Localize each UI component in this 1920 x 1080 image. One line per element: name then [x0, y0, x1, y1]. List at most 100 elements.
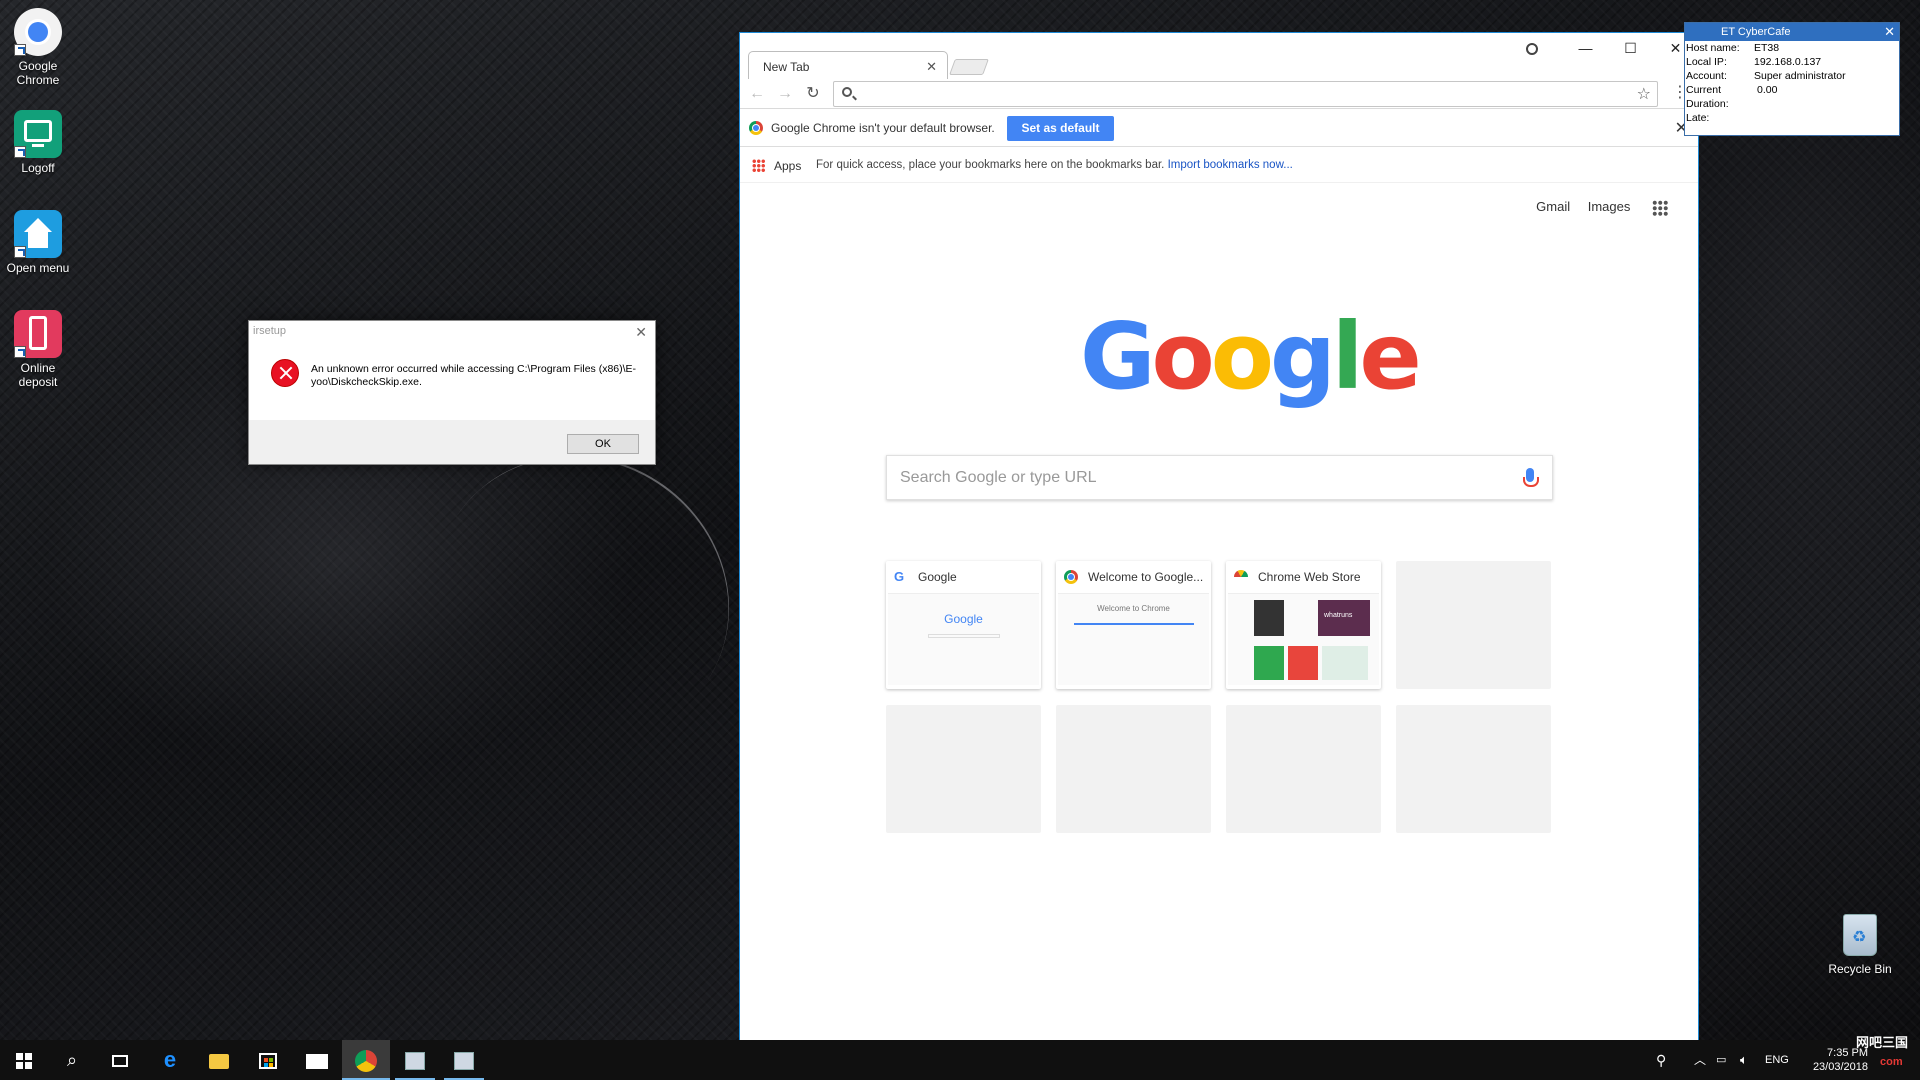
chrome-icon	[14, 8, 62, 56]
new-tab-button[interactable]	[949, 59, 989, 75]
tile-title: Google	[918, 570, 957, 584]
volume-icon[interactable]: 🔈︎	[1740, 1040, 1748, 1080]
google-logo: Google	[1080, 307, 1422, 407]
tab-close-icon[interactable]: ✕	[926, 59, 937, 75]
desktop-icon-logoff[interactable]: Logoff	[0, 110, 76, 175]
desktop-icon-label: Logoff	[21, 161, 55, 175]
set-default-button[interactable]: Set as default	[1007, 116, 1114, 141]
clock-date: 23/03/2018	[1812, 1061, 1868, 1073]
irsetup-taskbar-button[interactable]	[391, 1040, 439, 1080]
logoff-icon	[14, 110, 62, 158]
info-row: Late:	[1686, 111, 1850, 125]
info-value: Super administrator	[1754, 70, 1846, 82]
desktop-icon-label: Google Chrome	[16, 59, 60, 87]
tab-new-tab[interactable]: New Tab ✕	[748, 51, 948, 79]
back-icon[interactable]: ←	[746, 84, 768, 104]
apps-link[interactable]: Apps	[774, 159, 801, 173]
bookmark-star-icon[interactable]: ☆	[1637, 84, 1651, 104]
info-row: Current 0.00	[1686, 83, 1850, 97]
language-indicator[interactable]: ENG	[1765, 1040, 1789, 1080]
close-icon[interactable]: ✕	[1884, 24, 1895, 40]
info-key: Duration:	[1686, 98, 1729, 110]
tile-welcome[interactable]: Welcome to Google... Welcome to Chrome	[1056, 561, 1211, 689]
info-key: Account:	[1686, 70, 1727, 82]
search-icon	[842, 87, 852, 97]
search-box[interactable]	[886, 455, 1553, 500]
bookmarks-hint: For quick access, place your bookmarks h…	[816, 159, 1293, 171]
tab-title: New Tab	[763, 60, 810, 74]
installer-icon	[405, 1052, 425, 1071]
info-value	[1754, 111, 1850, 125]
chrome-window: New Tab ✕ — ☐ ✕ ← → ↻ ☆ ⋮ Google Chrome …	[739, 32, 1699, 1041]
info-row: Duration:	[1686, 97, 1850, 111]
people-icon[interactable]: ⚲	[1656, 1040, 1666, 1080]
dialog-body: An unknown error occurred while accessin…	[249, 343, 655, 416]
task-view-button[interactable]	[96, 1040, 144, 1080]
app-taskbar-button[interactable]	[440, 1040, 488, 1080]
import-bookmarks-link[interactable]: Import bookmarks now...	[1168, 159, 1293, 171]
store-button[interactable]	[244, 1040, 292, 1080]
search-input[interactable]	[887, 456, 1447, 499]
logo-letter: o	[1210, 303, 1274, 410]
images-link[interactable]: Images	[1588, 199, 1631, 214]
logo-letter: g	[1269, 303, 1336, 410]
address-bar[interactable]: ☆	[833, 81, 1658, 107]
tile-empty	[1396, 705, 1551, 833]
desktop-icon-label: Recycle Bin	[1828, 962, 1892, 976]
chevron-up-icon[interactable]: ︿	[1694, 1040, 1706, 1080]
new-tab-page: Gmail Images Google GGoogle Google Welco…	[740, 183, 1698, 1008]
info-value: 0.00	[1757, 84, 1778, 96]
desktop-icon-online-deposit[interactable]: Online deposit	[0, 310, 76, 389]
desktop-icon-chrome[interactable]: Google Chrome	[0, 8, 76, 87]
file-explorer-button[interactable]	[195, 1040, 243, 1080]
minimize-icon[interactable]: —	[1563, 33, 1608, 63]
forward-icon[interactable]: →	[774, 84, 796, 104]
logo-letter: l	[1331, 303, 1363, 410]
search-button[interactable]: ⌕	[48, 1040, 96, 1080]
ok-button[interactable]: OK	[567, 434, 639, 454]
tile-web-store[interactable]: Chrome Web Store whatruns	[1226, 561, 1381, 689]
browser-toolbar: ← → ↻ ☆ ⋮	[740, 79, 1698, 109]
desktop-icon-recycle-bin[interactable]: Recycle Bin	[1820, 914, 1900, 976]
info-value: ET38	[1754, 42, 1780, 54]
apps-icon[interactable]	[752, 159, 765, 172]
gmail-link[interactable]: Gmail	[1536, 199, 1570, 214]
info-row: Host name: ET38	[1686, 41, 1850, 55]
tile-google[interactable]: G Google Google	[886, 561, 1041, 689]
close-icon[interactable]: ✕	[635, 324, 647, 341]
profile-icon[interactable]	[1509, 33, 1554, 63]
reload-icon[interactable]: ↻	[802, 84, 824, 104]
tab-strip: New Tab ✕ — ☐ ✕	[740, 33, 1698, 79]
store-icon	[259, 1053, 277, 1070]
info-row: Account: Super administrator	[1686, 69, 1850, 83]
thumb-text: whatruns	[1324, 612, 1353, 619]
maximize-icon[interactable]: ☐	[1608, 33, 1653, 63]
network-icon[interactable]: ▭	[1716, 1040, 1726, 1080]
home-icon	[14, 210, 62, 258]
google-apps-icon[interactable]	[1652, 199, 1668, 216]
error-dialog: irsetup ✕ An unknown error occurred whil…	[248, 320, 656, 465]
recycle-bin-icon	[1843, 914, 1877, 956]
phone-icon	[14, 310, 62, 358]
edge-icon: e	[163, 1047, 177, 1072]
search-icon: ⌕	[66, 1050, 78, 1070]
chrome-icon	[355, 1050, 377, 1073]
start-button[interactable]	[0, 1040, 48, 1080]
tile-empty	[1056, 705, 1211, 833]
error-icon	[271, 359, 299, 387]
desktop-icon-open-menu[interactable]: Open menu	[0, 210, 76, 275]
infobar-text: Google Chrome isn't your default browser…	[771, 121, 995, 135]
edge-button[interactable]: e	[146, 1040, 194, 1080]
clock[interactable]: 7:35 PM 23/03/2018	[1800, 1046, 1868, 1074]
taskbar: ⌕ e ⚲ ︿ ▭ 🔈︎ ENG 7:35 PM 23/03/2018	[0, 1040, 1920, 1080]
bookmarks-hint-text: For quick access, place your bookmarks h…	[816, 159, 1165, 171]
mail-button[interactable]	[293, 1040, 341, 1080]
desktop-icon-label: Open menu	[6, 261, 70, 275]
chrome-taskbar-button[interactable]	[342, 1040, 390, 1080]
cybercafe-header: ET CyberCafe ✕	[1685, 23, 1899, 41]
microphone-icon[interactable]	[1523, 468, 1539, 487]
thumb-text: Google	[944, 612, 983, 626]
info-key: Host name:	[1686, 42, 1740, 54]
chrome-icon	[749, 121, 763, 135]
installer-icon	[454, 1052, 474, 1071]
